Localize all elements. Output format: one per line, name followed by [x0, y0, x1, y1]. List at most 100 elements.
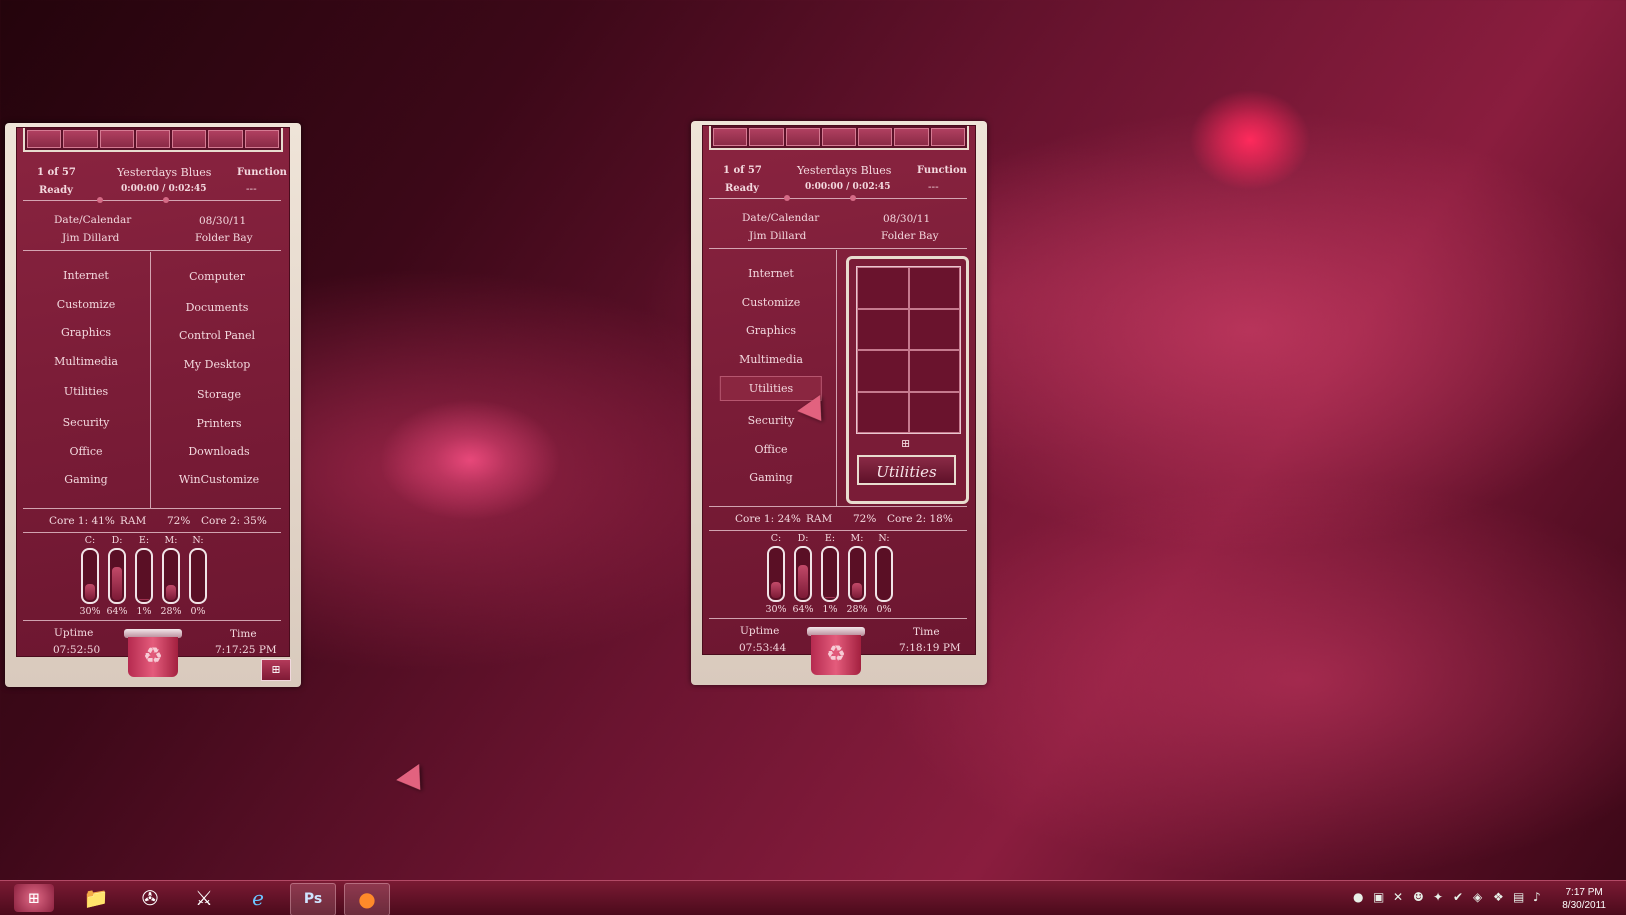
media-button-7[interactable] [244, 130, 279, 148]
drive-percent: 30% [79, 606, 101, 617]
tray-icon[interactable]: ▣ [1373, 890, 1384, 904]
right-widget: 1 of 57 Yesterdays Blues Function Ready … [691, 121, 987, 685]
menu-my-desktop[interactable]: My Desktop [184, 358, 251, 371]
media-button-3[interactable] [785, 128, 820, 146]
recycle-bin[interactable]: ♻ [807, 627, 865, 675]
utility-slot[interactable] [908, 267, 960, 309]
menu-control-panel[interactable]: Control Panel [179, 329, 255, 342]
drive-meter[interactable] [162, 548, 180, 604]
drive-meter[interactable] [81, 548, 99, 604]
utility-slot[interactable] [908, 350, 960, 392]
progress-track[interactable] [23, 200, 281, 201]
media-button-2[interactable] [63, 130, 98, 148]
menu-customize[interactable]: Customize [57, 298, 115, 311]
user-name[interactable]: Jim Dillard [749, 230, 806, 242]
function-label[interactable]: Function [917, 165, 967, 176]
drive-meter[interactable] [767, 546, 785, 602]
menu-office[interactable]: Office [69, 445, 102, 458]
windows-logo-button[interactable]: ⊞ [261, 659, 291, 681]
utility-slot[interactable] [908, 308, 960, 350]
tray-icon[interactable]: ● [1353, 890, 1363, 904]
menu-multimedia[interactable]: Multimedia [739, 353, 803, 366]
date-calendar-link[interactable]: Date/Calendar [742, 212, 819, 224]
media-button-5[interactable] [172, 130, 207, 148]
menu-security[interactable]: Security [63, 416, 110, 429]
menu-gaming[interactable]: Gaming [749, 471, 792, 484]
recycle-icon: ♻ [811, 635, 861, 675]
menu-documents[interactable]: Documents [186, 301, 249, 314]
tray-icon[interactable]: ☻ [1413, 890, 1424, 904]
media-button-1[interactable] [27, 130, 62, 148]
system-clock[interactable]: 7:17 PM 8/30/2011 [1562, 886, 1606, 912]
utility-slot[interactable] [857, 267, 909, 309]
media-button-5[interactable] [858, 128, 893, 146]
media-button-4[interactable] [135, 130, 171, 148]
menu-security[interactable]: Security [748, 414, 795, 427]
menu-printers[interactable]: Printers [196, 417, 241, 430]
menu-storage[interactable]: Storage [197, 388, 241, 401]
menu-internet[interactable]: Internet [748, 267, 794, 280]
explorer-icon[interactable]: 📁 [74, 883, 118, 914]
menu-graphics[interactable]: Graphics [746, 324, 796, 337]
menu-downloads[interactable]: Downloads [188, 445, 249, 458]
photoshop-button[interactable]: Ps [290, 883, 336, 915]
menu-graphics[interactable]: Graphics [61, 326, 111, 339]
tray-icon[interactable]: ✦ [1433, 890, 1443, 904]
media-button-7[interactable] [930, 128, 965, 146]
folder-bay-link[interactable]: Folder Bay [195, 232, 253, 244]
menu-gaming[interactable]: Gaming [64, 473, 107, 486]
media-button-1[interactable] [713, 128, 748, 146]
menu-internet[interactable]: Internet [63, 269, 109, 282]
volume-knob[interactable] [850, 195, 856, 201]
folder-bay-link[interactable]: Folder Bay [881, 230, 939, 242]
media-button-2[interactable] [749, 128, 784, 146]
menu-wincustomize[interactable]: WinCustomize [179, 473, 259, 486]
progress-knob[interactable] [97, 197, 103, 203]
dropbox-icon[interactable]: ❖ [1493, 890, 1504, 904]
media-button-6[interactable] [208, 130, 243, 148]
firefox-icon[interactable]: ● [344, 883, 390, 915]
drive-meter[interactable] [108, 548, 126, 604]
utility-slot[interactable] [908, 391, 960, 433]
menu-utilities-highlighted[interactable]: Utilities [719, 376, 823, 401]
progress-knob[interactable] [784, 195, 790, 201]
utility-slot[interactable] [857, 308, 909, 350]
utility-slot[interactable] [857, 350, 909, 392]
menu-office[interactable]: Office [754, 443, 787, 456]
internet-explorer-icon[interactable]: e [236, 883, 280, 914]
drive-label: C: [770, 533, 782, 544]
menu-customize[interactable]: Customize [742, 296, 800, 309]
drive-meter[interactable] [848, 546, 866, 602]
drive-meter[interactable] [189, 548, 207, 604]
core1-usage: Core 1: 24% [735, 513, 801, 525]
date-calendar-link[interactable]: Date/Calendar [54, 214, 131, 226]
media-button-4[interactable] [821, 128, 857, 146]
volume-knob[interactable] [163, 197, 169, 203]
recycle-bin[interactable]: ♻ [124, 629, 182, 677]
tray-icon[interactable]: ✕ [1393, 890, 1403, 904]
utility-icon[interactable]: ✇ [128, 883, 172, 914]
user-name[interactable]: Jim Dillard [62, 232, 119, 244]
progress-track[interactable] [709, 198, 967, 199]
media-button-3[interactable] [99, 130, 134, 148]
game-icon[interactable]: ⚔ [182, 883, 226, 914]
track-count: 1 of 57 [37, 167, 76, 178]
menu-computer[interactable]: Computer [189, 270, 245, 283]
volume-icon[interactable]: ♪ [1533, 890, 1541, 904]
start-button[interactable]: ⊞ [14, 884, 54, 912]
utilities-title-button[interactable]: Utilities [857, 455, 956, 485]
function-label[interactable]: Function [237, 167, 287, 178]
utility-slot[interactable] [857, 391, 909, 433]
network-icon[interactable]: ▤ [1513, 890, 1524, 904]
desktop-cursor-icon [396, 763, 432, 799]
drive-label: E: [138, 535, 150, 546]
drive-meter[interactable] [135, 548, 153, 604]
menu-utilities[interactable]: Utilities [64, 385, 108, 398]
menu-multimedia[interactable]: Multimedia [54, 355, 118, 368]
tray-icon[interactable]: ✔ [1453, 890, 1463, 904]
media-button-6[interactable] [894, 128, 929, 146]
tray-icon[interactable]: ◈ [1473, 890, 1482, 904]
drive-meter[interactable] [875, 546, 893, 602]
drive-meter[interactable] [821, 546, 839, 602]
drive-meter[interactable] [794, 546, 812, 602]
